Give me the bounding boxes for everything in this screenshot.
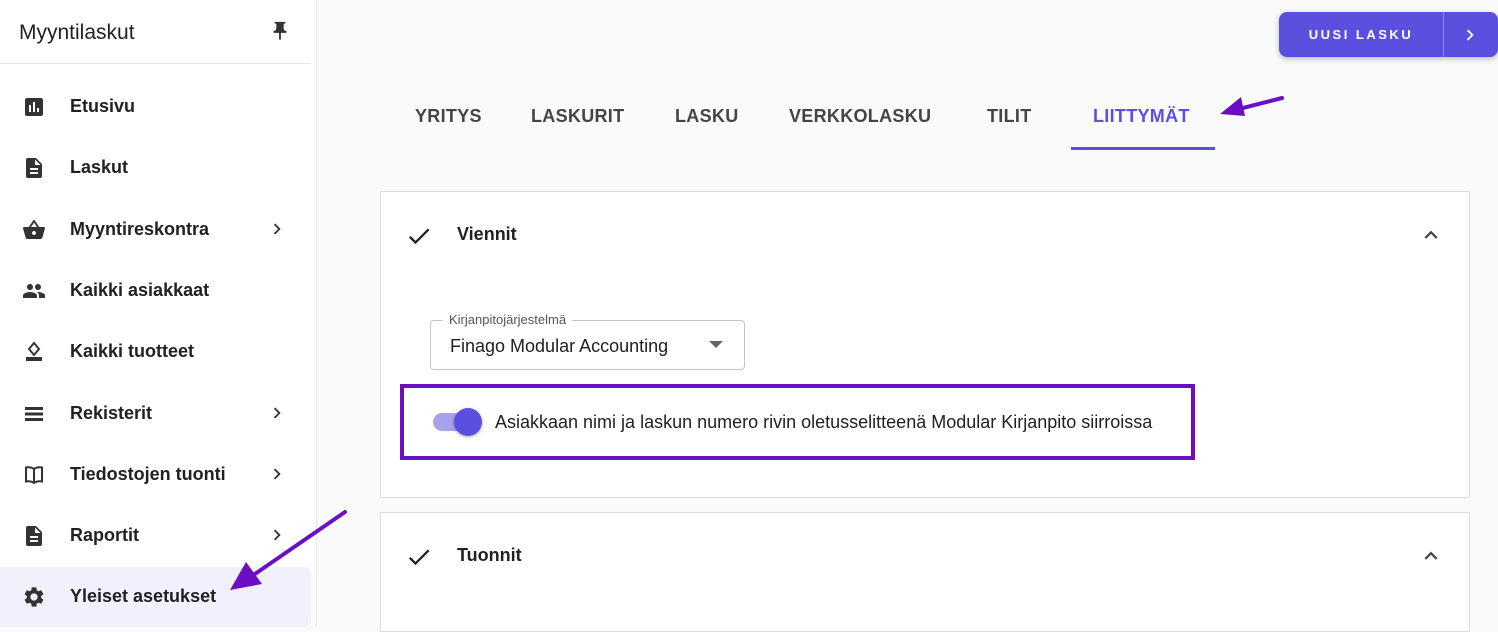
- sidebar-item-kaikki-tuotteet[interactable]: Kaikki tuotteet: [0, 322, 311, 382]
- sidebar-item-kaikki-asiakkaat[interactable]: Kaikki asiakkaat: [0, 261, 311, 321]
- check-icon: [408, 228, 430, 245]
- sidebar-item-label: Myyntireskontra: [70, 219, 210, 239]
- pin-icon[interactable]: [269, 20, 291, 42]
- chevron-right-icon: [273, 468, 281, 480]
- sidebar-item-rekisterit[interactable]: Rekisterit: [0, 384, 311, 444]
- sidebar-item-label: Kaikki asiakkaat: [70, 280, 210, 300]
- button-divider: [1443, 12, 1444, 57]
- sidebar-header: Myyntilaskut: [0, 0, 311, 64]
- sidebar-item-label: Raportit: [70, 525, 139, 545]
- dropdown-caret-icon: [709, 341, 723, 348]
- tab-laskurit[interactable]: LASKURIT: [531, 106, 624, 127]
- sidebar-item-label: Yleiset asetukset: [70, 586, 217, 606]
- chevron-right-icon[interactable]: [1459, 24, 1481, 46]
- panel-title: Tuonnit: [457, 545, 522, 565]
- toggle-label: Asiakkaan nimi ja laskun numero rivin ol…: [495, 412, 1153, 432]
- imports-panel: Tuonnit: [380, 512, 1470, 632]
- sidebar-item-label: Tiedostojen tuonti: [70, 464, 226, 484]
- document-icon: [26, 158, 42, 178]
- toggle-switch[interactable]: [454, 408, 482, 436]
- tab-verkkolasku[interactable]: VERKKOLASKU: [789, 106, 931, 127]
- sidebar-item-label: Rekisterit: [70, 403, 153, 423]
- panel-title: Viennit: [457, 224, 517, 244]
- exports-panel: Viennit Kirjanpitojärjestelmä Finago Mod…: [380, 191, 1470, 498]
- sidebar-item-label: Laskut: [70, 157, 129, 177]
- tab-tilit[interactable]: TILIT: [987, 106, 1032, 127]
- annotation-highlight-box: Asiakkaan nimi ja laskun numero rivin ol…: [400, 384, 1195, 460]
- bar-chart-icon: [25, 98, 43, 116]
- chevron-up-icon[interactable]: [1418, 543, 1444, 569]
- chevron-up-icon[interactable]: [1418, 222, 1444, 248]
- people-icon: [23, 284, 45, 298]
- stamp-icon: [26, 341, 42, 361]
- chevron-right-icon: [273, 407, 281, 419]
- sidebar-item-laskut[interactable]: Laskut: [0, 138, 311, 198]
- active-tab-indicator: [1071, 147, 1215, 150]
- check-icon: [408, 549, 430, 566]
- sidebar-item-label: Kaikki tuotteet: [70, 341, 195, 361]
- sidebar-item-etusivu[interactable]: Etusivu: [0, 77, 311, 137]
- document-icon: [26, 526, 42, 546]
- basket-icon: [23, 220, 45, 239]
- accounting-system-value: Finago Modular Accounting: [450, 336, 669, 356]
- new-invoice-button[interactable]: UUSI LASKU: [1279, 12, 1498, 57]
- new-invoice-label: UUSI LASKU: [1308, 27, 1414, 42]
- sidebar-item-tiedostojen-tuonti[interactable]: Tiedostojen tuonti: [0, 445, 311, 505]
- tab-liittymat[interactable]: LIITTYMÄT: [1093, 106, 1190, 127]
- sidebar-item-label: Etusivu: [70, 96, 136, 116]
- book-icon: [25, 466, 43, 485]
- gear-icon: [24, 587, 44, 607]
- list-icon: [25, 407, 43, 421]
- accounting-system-label: Kirjanpitojärjestelmä: [443, 312, 573, 327]
- accounting-system-select[interactable]: Kirjanpitojärjestelmä Finago Modular Acc…: [430, 312, 745, 370]
- sidebar-item-myyntireskontra[interactable]: Myyntireskontra: [0, 200, 311, 260]
- tab-yritys[interactable]: YRITYS: [415, 106, 482, 127]
- tab-lasku[interactable]: LASKU: [675, 106, 739, 127]
- sidebar-title: Myyntilaskut: [19, 21, 135, 44]
- annotation-arrow-icon: [230, 510, 347, 590]
- chevron-right-icon: [273, 223, 281, 235]
- annotation-arrow-icon: [1220, 96, 1284, 116]
